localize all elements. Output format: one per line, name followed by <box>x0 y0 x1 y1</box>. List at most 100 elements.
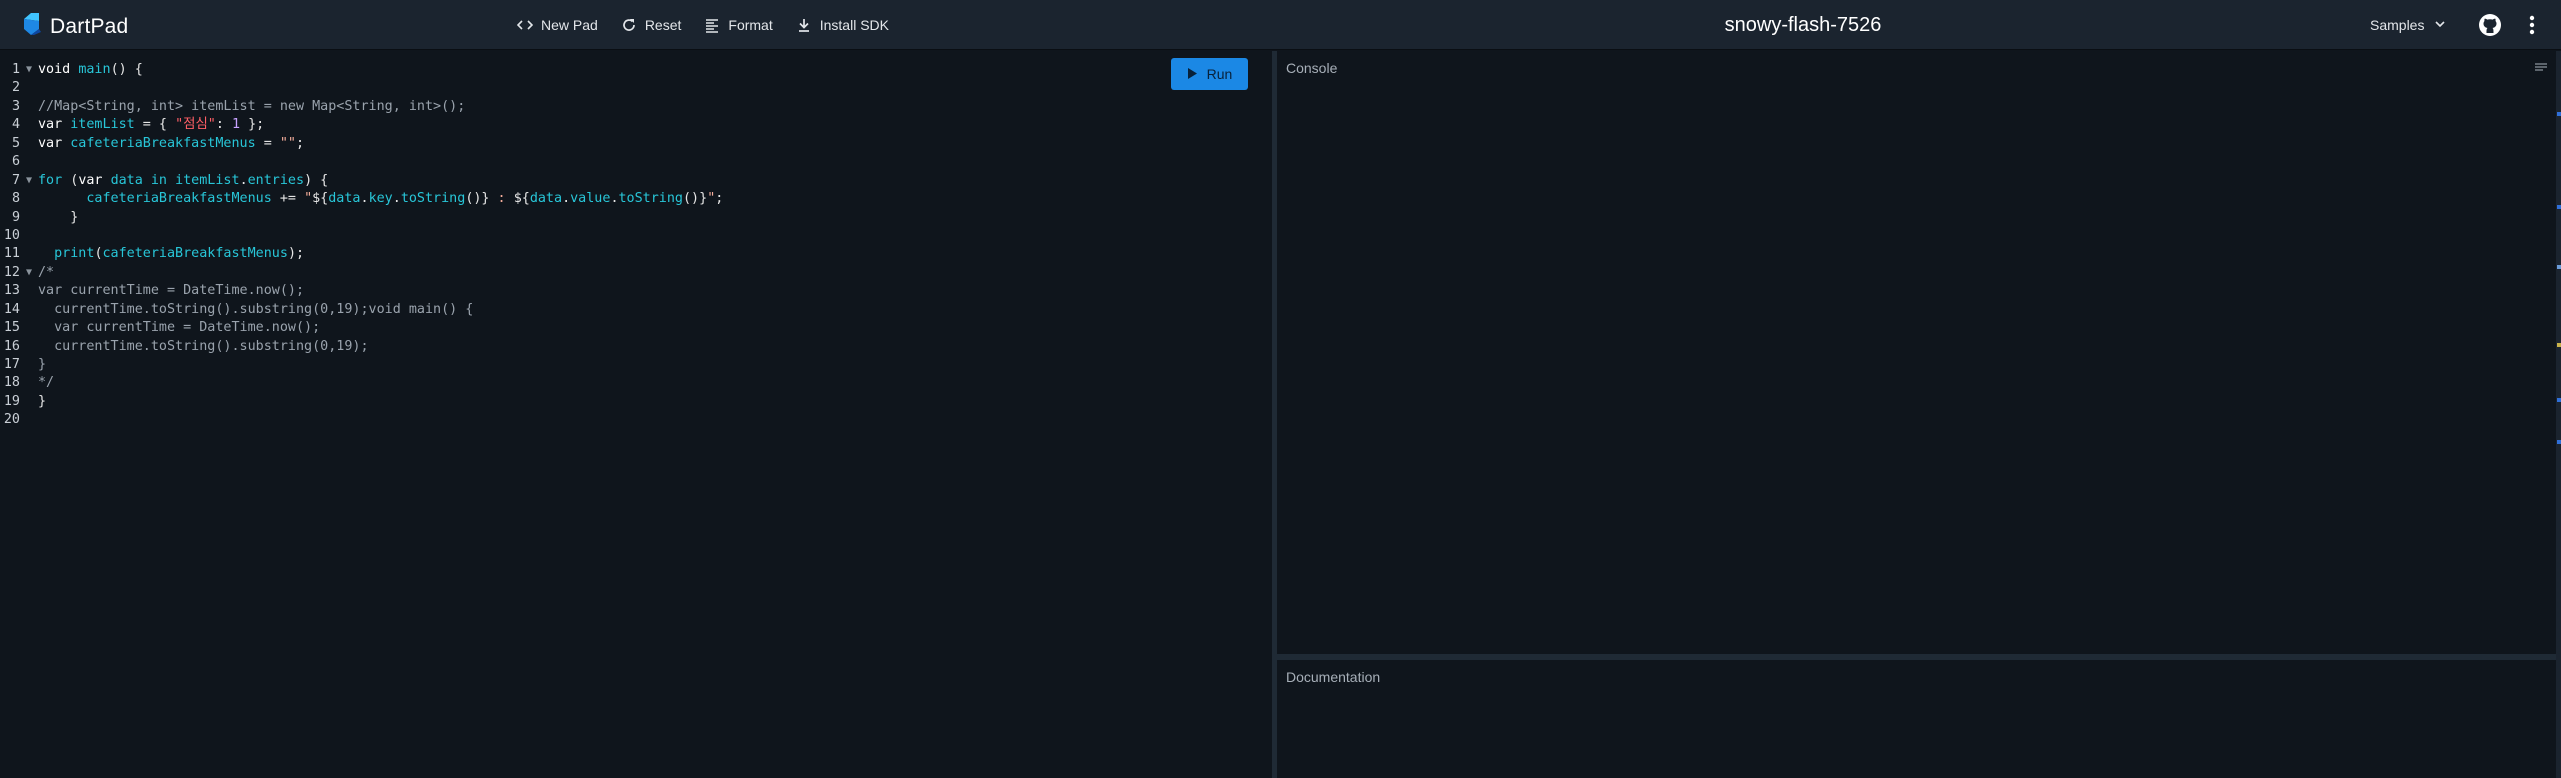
code-token: } <box>38 393 47 409</box>
code-line[interactable]: 13 var currentTime = DateTime.now(); <box>0 282 1272 300</box>
line-number: 11 <box>3 246 20 262</box>
code-token: cafeteriaBreakfastMenus <box>102 246 288 262</box>
clear-console-icon[interactable] <box>2534 61 2548 75</box>
code-text: //Map<String, int> itemList = new Map<St… <box>38 98 465 116</box>
code-line[interactable]: 8 cafeteriaBreakfastMenus += "${data.key… <box>0 190 1272 208</box>
fold-gutter <box>20 374 38 392</box>
code-token: = <box>255 135 280 151</box>
code-token: toString <box>618 191 684 207</box>
code-line[interactable]: 14 currentTime.toString().substring(0,19… <box>0 301 1272 319</box>
download-icon <box>795 16 813 34</box>
line-number: 2 <box>11 80 20 96</box>
code-token: toString <box>400 191 466 207</box>
code-editor[interactable]: 1 ▼ void main() {2 3 //Map<String, int> item… <box>0 51 1272 778</box>
more-vert-icon[interactable] <box>2522 13 2542 37</box>
code-text: cafeteriaBreakfastMenus += "${data.key.t… <box>38 190 723 208</box>
scroll-marker <box>2557 112 2561 116</box>
code-line[interactable]: 11 print(cafeteriaBreakfastMenus); <box>0 245 1272 263</box>
github-icon[interactable] <box>2478 13 2502 37</box>
code-token: ( <box>94 246 103 262</box>
code-token: key <box>368 191 393 207</box>
code-text: var currentTime = DateTime.now(); <box>38 319 320 337</box>
code-line[interactable]: 20 <box>0 411 1272 429</box>
samples-dropdown[interactable]: Samples <box>2370 0 2447 50</box>
fold-toggle-icon[interactable]: ▼ <box>20 172 38 190</box>
scroll-marker <box>2557 398 2561 402</box>
line-number: 3 <box>11 98 20 114</box>
code-text: /* <box>38 264 54 282</box>
new-pad-label: New Pad <box>541 17 598 33</box>
code-token: . <box>392 191 401 207</box>
code-line[interactable]: 7 ▼ for (var data in itemList.entries) { <box>0 172 1272 190</box>
code-token: ()} <box>465 191 490 207</box>
line-number: 20 <box>3 412 20 428</box>
code-token: ) { <box>304 172 329 188</box>
code-line[interactable]: 10 <box>0 227 1272 245</box>
reset-button[interactable]: Reset <box>612 9 690 41</box>
code-token: . <box>360 191 369 207</box>
fold-gutter <box>20 209 38 227</box>
code-text: } <box>38 393 46 411</box>
code-text: var itemList = { "점심": 1 }; <box>38 116 264 134</box>
app-header: DartPad New Pad Reset Format Install SDK… <box>0 0 2561 50</box>
code-token: ()} <box>683 191 708 207</box>
code-line[interactable]: 4 var itemList = { "점심": 1 }; <box>0 116 1272 134</box>
play-icon <box>1187 66 1207 82</box>
code-token: } <box>38 209 79 225</box>
right-edge-strip <box>2556 51 2561 778</box>
fold-toggle-icon[interactable]: ▼ <box>20 61 38 79</box>
code-line[interactable]: 15 var currentTime = DateTime.now(); <box>0 319 1272 337</box>
code-token: in <box>142 172 176 188</box>
fold-toggle-icon[interactable]: ▼ <box>20 264 38 282</box>
code-token: for <box>38 172 71 188</box>
code-line[interactable]: 5 var cafeteriaBreakfastMenus = ""; <box>0 135 1272 153</box>
refresh-icon <box>620 16 638 34</box>
console-panel: Console <box>1277 51 2556 654</box>
code-token: itemList <box>175 172 240 188</box>
pad-title[interactable]: snowy-flash-7526 <box>1580 0 2026 50</box>
install-sdk-button[interactable]: Install SDK <box>787 9 897 41</box>
code-lines[interactable]: 1 ▼ void main() {2 3 //Map<String, int> item… <box>0 61 1272 430</box>
code-line[interactable]: 16 currentTime.toString().substring(0,19… <box>0 338 1272 356</box>
format-label: Format <box>728 17 773 33</box>
line-number: 10 <box>3 227 20 243</box>
code-line[interactable]: 3 //Map<String, int> itemList = new Map<S… <box>0 98 1272 116</box>
code-line[interactable]: 1 ▼ void main() { <box>0 61 1272 79</box>
code-token: cafeteriaBreakfastMenus <box>86 191 272 207</box>
code-token: . <box>610 191 619 207</box>
console-label: Console <box>1286 60 1338 76</box>
code-line[interactable]: 12 ▼/* <box>0 264 1272 282</box>
line-number: 1 <box>11 62 20 77</box>
fold-gutter <box>20 411 38 429</box>
code-token: main <box>78 62 111 77</box>
scroll-marker <box>2557 440 2561 444</box>
code-token: : <box>215 117 232 133</box>
format-button[interactable]: Format <box>695 9 780 41</box>
fold-gutter <box>20 79 38 97</box>
run-label: Run <box>1206 66 1233 82</box>
reset-label: Reset <box>644 17 682 33</box>
dartpad-logo[interactable]: DartPad <box>20 12 128 41</box>
code-line[interactable]: 2 <box>0 79 1272 97</box>
code-line[interactable]: 6 <box>0 153 1272 171</box>
code-line[interactable]: 17} <box>0 356 1272 374</box>
code-token: " <box>304 191 313 207</box>
code-text: } <box>38 356 46 374</box>
code-line[interactable]: 19} <box>0 393 1272 411</box>
documentation-label: Documentation <box>1286 669 1381 685</box>
code-token: data <box>529 191 563 207</box>
fold-gutter <box>20 282 38 300</box>
code-token: data <box>328 191 361 207</box>
new-pad-button[interactable]: New Pad <box>508 9 606 41</box>
line-number: 13 <box>3 283 20 299</box>
code-line[interactable]: 18 */ <box>0 374 1272 392</box>
code-token: . <box>562 191 571 207</box>
code-line[interactable]: 9 } <box>0 209 1272 227</box>
code-token: data <box>110 172 143 188</box>
code-token: var currentTime = DateTime.now(); <box>38 320 321 336</box>
code-token: 1 <box>231 117 241 133</box>
code-token: ${ <box>312 191 329 207</box>
run-button[interactable]: Run <box>1171 58 1248 90</box>
code-text: currentTime.toString().substring(0,19); <box>38 338 368 356</box>
